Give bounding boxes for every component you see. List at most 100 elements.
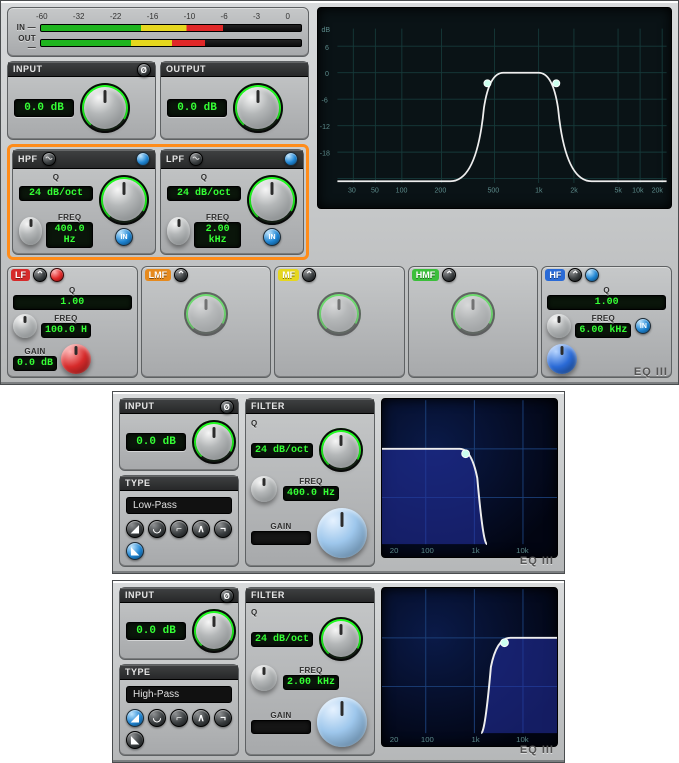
mf-shape-btn[interactable]: ⌃ <box>302 268 316 282</box>
hpf-q-knob[interactable] <box>19 217 42 245</box>
mid-phase-icon[interactable]: Ø <box>220 400 234 414</box>
lf-shape-btn[interactable]: ⌃ <box>33 268 47 282</box>
bot-type-value[interactable]: High-Pass <box>126 686 232 703</box>
lf-gain[interactable]: 0.0 dB <box>13 356 57 371</box>
type-notch-icon[interactable]: ◡ <box>148 520 166 538</box>
hpf-freq[interactable]: 400.0 Hz <box>46 222 93 248</box>
svg-text:1k: 1k <box>535 188 543 195</box>
mid-type-section: TYPE Low-Pass ◢ ◡ ⌐ ∧ ¬ ◣ <box>119 475 239 567</box>
mid-type-value[interactable]: Low-Pass <box>126 497 232 514</box>
hf-freq[interactable]: 6.00 kHz <box>575 323 631 338</box>
bot-freq-knob-small[interactable] <box>251 665 277 691</box>
io-meters: -60 -32 -22 -16 -10 -6 -3 0 IN — OUT — <box>7 7 309 57</box>
bot-type-peak-icon[interactable]: ∧ <box>192 709 210 727</box>
bot-gain-knob[interactable] <box>317 697 367 747</box>
svg-text:-18: -18 <box>320 151 330 158</box>
lf-q-knob[interactable] <box>13 314 37 338</box>
lpf-freq[interactable]: 2.00 kHz <box>194 222 241 248</box>
output-knob[interactable] <box>233 83 283 133</box>
hpf-bypass-icon[interactable] <box>136 152 150 166</box>
mid-slope[interactable]: 24 dB/oct <box>251 443 313 458</box>
mid-freq-knob-small[interactable] <box>251 476 277 502</box>
mf-tag: MF <box>278 269 299 281</box>
hpf-freq-knob[interactable] <box>99 175 149 225</box>
mid-graph[interactable]: 20 100 1k 10k <box>381 398 558 558</box>
phase-invert-icon[interactable]: Ø <box>137 63 151 77</box>
lmf-shape-btn[interactable]: ⌃ <box>174 268 188 282</box>
lpf-bypass-icon[interactable] <box>284 152 298 166</box>
bot-input-value[interactable]: 0.0 dB <box>126 622 186 640</box>
bot-graph[interactable]: 20 100 1k 10k <box>381 587 558 747</box>
type-peak-icon[interactable]: ∧ <box>192 520 210 538</box>
band-lmf: LMF ⌃ <box>141 266 272 378</box>
bot-type-hp-icon[interactable]: ◢ <box>126 709 144 727</box>
lf-bypass-btn[interactable] <box>50 268 64 282</box>
bot-slope[interactable]: 24 dB/oct <box>251 632 313 647</box>
lf-gain-label: GAIN <box>13 347 57 356</box>
mf-knob[interactable] <box>317 292 361 336</box>
hpf-freq-label: FREQ <box>46 213 93 222</box>
input-section: INPUT Ø 0.0 dB <box>7 61 156 140</box>
lmf-knob[interactable] <box>184 292 228 336</box>
lf-q[interactable]: 1.00 <box>13 295 132 310</box>
input-knob[interactable] <box>80 83 130 133</box>
hmf-knob[interactable] <box>451 292 495 336</box>
bot-gain-display <box>251 720 311 734</box>
mid-q-knob[interactable] <box>319 428 363 472</box>
tick: -32 <box>73 12 85 21</box>
type-hs-icon[interactable]: ¬ <box>214 520 232 538</box>
svg-text:dB: dB <box>322 27 331 34</box>
bot-type-ls-icon[interactable]: ⌐ <box>170 709 188 727</box>
svg-text:100: 100 <box>421 735 435 744</box>
hf-in-btn[interactable]: IN <box>635 318 651 334</box>
mid-filter-title: FILTER <box>251 401 285 411</box>
freq-response-graph[interactable]: dB 6 0 -6 -12 -18 30 50 100 200 500 1k 2… <box>317 7 672 209</box>
hpf-shape-icon[interactable] <box>42 152 56 166</box>
band-row: LF ⌃ Q 1.00 FREQ 100.0 H GAIN 0.0 <box>7 266 672 378</box>
bot-type-notch-icon[interactable]: ◡ <box>148 709 166 727</box>
hpf-slope[interactable]: 24 dB/oct <box>19 186 93 201</box>
hf-gain-knob[interactable] <box>547 344 577 374</box>
in-label: IN — <box>14 23 36 32</box>
svg-text:100: 100 <box>396 188 408 195</box>
eq-7band-panel: -60 -32 -22 -16 -10 -6 -3 0 IN — OUT — <box>0 0 679 385</box>
mid-q-label: Q <box>251 419 369 428</box>
input-value[interactable]: 0.0 dB <box>14 99 74 117</box>
hmf-shape-btn[interactable]: ⌃ <box>442 268 456 282</box>
bot-type-lp-icon[interactable]: ◣ <box>126 731 144 749</box>
lpf-slope[interactable]: 24 dB/oct <box>167 186 241 201</box>
type-ls-icon[interactable]: ⌐ <box>170 520 188 538</box>
bot-type-title: TYPE <box>125 667 151 677</box>
bot-phase-icon[interactable]: Ø <box>220 589 234 603</box>
hpf-in-btn[interactable]: IN <box>115 228 133 246</box>
mid-logo: EQ III <box>520 555 554 567</box>
svg-text:30: 30 <box>348 188 356 195</box>
mid-gain-knob[interactable] <box>317 508 367 558</box>
hpf-title: HPF <box>18 154 38 164</box>
hf-q-knob[interactable] <box>547 314 571 338</box>
lpf-freq-knob[interactable] <box>247 175 297 225</box>
type-lp-icon[interactable]: ◣ <box>126 542 144 560</box>
mid-input-value[interactable]: 0.0 dB <box>126 433 186 451</box>
hf-q[interactable]: 1.00 <box>547 295 666 310</box>
lf-gain-knob[interactable] <box>61 344 91 374</box>
lpf-shape-icon[interactable] <box>189 152 203 166</box>
lpf-in-btn[interactable]: IN <box>263 228 281 246</box>
output-value[interactable]: 0.0 dB <box>167 99 227 117</box>
bot-q-knob[interactable] <box>319 617 363 661</box>
lpf-q-knob[interactable] <box>167 217 190 245</box>
hf-shape-btn[interactable]: ⌃ <box>568 268 582 282</box>
band-hmf: HMF ⌃ <box>408 266 539 378</box>
svg-text:-6: -6 <box>322 98 328 105</box>
mid-type-title: TYPE <box>125 478 151 488</box>
hf-bypass-btn[interactable] <box>585 268 599 282</box>
bot-type-hs-icon[interactable]: ¬ <box>214 709 232 727</box>
bot-freq[interactable]: 2.00 kHz <box>283 675 339 690</box>
lf-freq[interactable]: 100.0 H <box>41 323 91 338</box>
bot-input-knob[interactable] <box>192 609 236 653</box>
hpf-section: HPF Q 24 dB/oct <box>12 149 156 255</box>
mid-input-knob[interactable] <box>192 420 236 464</box>
type-hp-icon[interactable]: ◢ <box>126 520 144 538</box>
hf-freq-label: FREQ <box>575 314 631 323</box>
mid-freq[interactable]: 400.0 Hz <box>283 486 339 501</box>
